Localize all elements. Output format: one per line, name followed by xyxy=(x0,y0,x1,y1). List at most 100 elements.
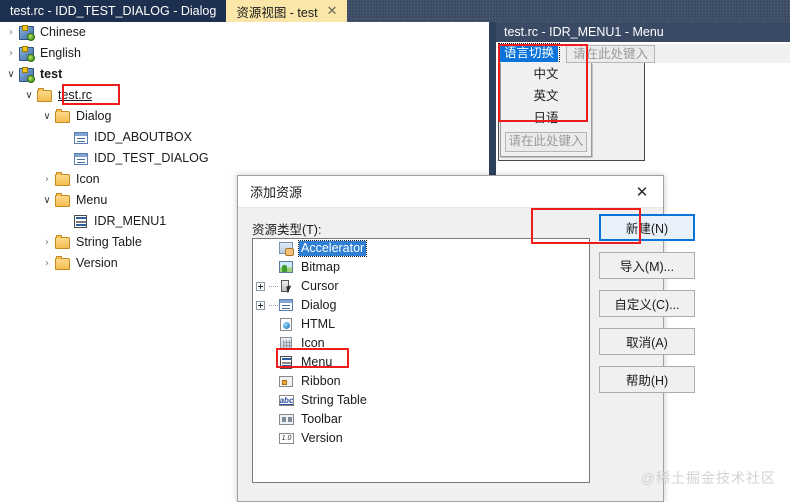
chevron-right-icon[interactable]: › xyxy=(4,27,18,38)
tree-item-label: English xyxy=(40,46,81,61)
tab-idd-test-dialog[interactable]: test.rc - IDD_TEST_DIALOG - Dialog xyxy=(0,0,227,22)
dialog-resource-icon xyxy=(72,151,90,167)
folder-icon xyxy=(54,171,72,188)
tab-resource-view[interactable]: 资源视图 - test ✕ xyxy=(226,0,348,22)
menu-editor-canvas[interactable]: 语言切换 请在此处键入 中文 英文 日语 请在此处键入 xyxy=(496,42,790,182)
tree-item-test-rc[interactable]: ∨ test.rc xyxy=(0,85,490,106)
list-item-label: Toolbar xyxy=(301,412,342,427)
tree-item-label: test.rc xyxy=(58,88,93,103)
tree-item-test[interactable]: ∨ test xyxy=(0,64,490,85)
add-resource-dialog: 添加资源 ✕ 资源类型(T): Accelerator Bitmap Curso… xyxy=(237,175,695,502)
list-item-label: Icon xyxy=(301,336,325,351)
tree-item-label: String Table xyxy=(76,235,142,250)
menu-item-japanese[interactable]: 日语 xyxy=(501,107,591,129)
list-item-label: String Table xyxy=(301,393,367,408)
list-item-label: Accelerator xyxy=(297,240,368,257)
tab-label: test.rc - IDD_TEST_DIALOG - Dialog xyxy=(10,4,217,18)
menu-editor-window: test.rc - IDR_MENU1 - Menu 语言切换 请在此处键入 中… xyxy=(496,22,790,182)
bitmap-icon xyxy=(278,260,295,275)
chevron-right-icon[interactable]: › xyxy=(40,174,54,185)
button-label: 自定义(C)... xyxy=(614,298,680,312)
folder-icon xyxy=(54,108,72,125)
list-item-accelerator[interactable]: Accelerator xyxy=(253,239,589,258)
list-item-icon[interactable]: Icon xyxy=(253,334,589,353)
rc-script-icon xyxy=(18,24,36,41)
toolbar-icon xyxy=(278,412,295,427)
menu-type-here-top[interactable]: 请在此处键入 xyxy=(566,44,656,63)
list-item-cursor[interactable]: Cursor xyxy=(253,277,589,296)
version-icon: 1.0 xyxy=(278,431,295,446)
tree-item-label: Version xyxy=(76,256,118,271)
list-item-label: Cursor xyxy=(301,279,339,294)
cancel-button[interactable]: 取消(A) xyxy=(599,328,695,355)
cursor-icon xyxy=(278,279,295,294)
tree-item-label: Menu xyxy=(76,193,108,208)
resource-type-list[interactable]: Accelerator Bitmap Cursor Dialog HTML Ic… xyxy=(252,238,590,483)
editor-tab-strip: test.rc - IDD_TEST_DIALOG - Dialog 资源视图 … xyxy=(0,0,790,22)
chevron-right-icon[interactable]: › xyxy=(40,258,54,269)
menu-bar[interactable]: 语言切换 请在此处键入 xyxy=(497,43,790,64)
tree-item-label: IDD_TEST_DIALOG xyxy=(94,151,209,166)
list-item-ribbon[interactable]: Ribbon xyxy=(253,372,589,391)
chevron-right-icon[interactable]: › xyxy=(4,48,18,59)
menu-icon xyxy=(278,355,295,370)
tree-item-label: Dialog xyxy=(76,109,112,124)
chevron-down-icon[interactable]: ∨ xyxy=(4,69,18,80)
list-item-string-table[interactable]: abc String Table xyxy=(253,391,589,410)
list-item-menu[interactable]: Menu xyxy=(253,353,589,372)
custom-button[interactable]: 自定义(C)... xyxy=(599,290,695,317)
chevron-down-icon[interactable]: ∨ xyxy=(40,111,54,122)
list-item-label: Version xyxy=(301,431,343,446)
menu-type-here-sub[interactable]: 请在此处键入 xyxy=(505,132,587,152)
close-icon[interactable]: ✕ xyxy=(621,176,663,207)
string-table-glyph: abc xyxy=(279,395,294,406)
list-item-label: Ribbon xyxy=(301,374,341,389)
folder-icon xyxy=(54,192,72,209)
tree-item-english[interactable]: › English xyxy=(0,43,490,64)
dialog-title-bar: 添加资源 ✕ xyxy=(238,176,663,208)
chevron-right-icon[interactable]: › xyxy=(40,237,54,248)
chevron-down-icon[interactable]: ∨ xyxy=(40,195,54,206)
rc-script-icon xyxy=(18,45,36,62)
menu-item-chinese[interactable]: 中文 xyxy=(501,63,591,85)
tree-line xyxy=(269,286,278,287)
tree-item-label: IDD_ABOUTBOX xyxy=(94,130,192,145)
folder-icon xyxy=(36,87,54,104)
chevron-down-icon[interactable]: ∨ xyxy=(22,90,36,101)
button-label: 新建(N) xyxy=(625,222,669,236)
menu-item-language-switch[interactable]: 语言切换 xyxy=(497,43,561,64)
new-button[interactable]: 新建(N) xyxy=(599,214,695,241)
version-glyph: 1.0 xyxy=(279,433,294,444)
list-item-label: Dialog xyxy=(301,298,337,313)
tree-item-idd-test-dialog[interactable]: IDD_TEST_DIALOG xyxy=(0,148,490,169)
html-icon xyxy=(278,317,295,332)
close-icon[interactable]: ✕ xyxy=(327,5,338,18)
list-item-bitmap[interactable]: Bitmap xyxy=(253,258,589,277)
list-item-html[interactable]: HTML xyxy=(253,315,589,334)
dialog-resource-icon xyxy=(72,130,90,146)
tree-item-idd-aboutbox[interactable]: IDD_ABOUTBOX xyxy=(0,127,490,148)
resource-type-label: 资源类型(T): xyxy=(252,223,322,237)
menu-resource-icon xyxy=(72,214,90,230)
tree-item-label: Icon xyxy=(76,172,100,187)
string-table-icon: abc xyxy=(278,393,295,408)
list-item-dialog[interactable]: Dialog xyxy=(253,296,589,315)
list-item-version[interactable]: 1.0 Version xyxy=(253,429,589,448)
icon-icon xyxy=(278,336,295,351)
import-button[interactable]: 导入(M)... xyxy=(599,252,695,279)
tab-label: 资源视图 - test xyxy=(236,5,318,20)
pane-splitter[interactable] xyxy=(489,22,496,182)
help-button[interactable]: 帮助(H) xyxy=(599,366,695,393)
list-item-toolbar[interactable]: Toolbar xyxy=(253,410,589,429)
expand-plus-icon[interactable] xyxy=(256,282,269,291)
menu-dropdown-panel[interactable]: 中文 英文 日语 请在此处键入 xyxy=(500,63,592,157)
button-label: 导入(M)... xyxy=(619,260,675,274)
expand-plus-icon[interactable] xyxy=(256,301,269,310)
dialog-title: 添加资源 xyxy=(250,185,303,200)
tree-item-label: IDR_MENU1 xyxy=(94,214,167,229)
list-item-label: Menu xyxy=(301,355,333,370)
tree-item-chinese[interactable]: › Chinese xyxy=(0,22,490,43)
menu-item-english[interactable]: 英文 xyxy=(501,85,591,107)
list-item-label: Bitmap xyxy=(301,260,340,275)
tree-item-dialog-folder[interactable]: ∨ Dialog xyxy=(0,106,490,127)
